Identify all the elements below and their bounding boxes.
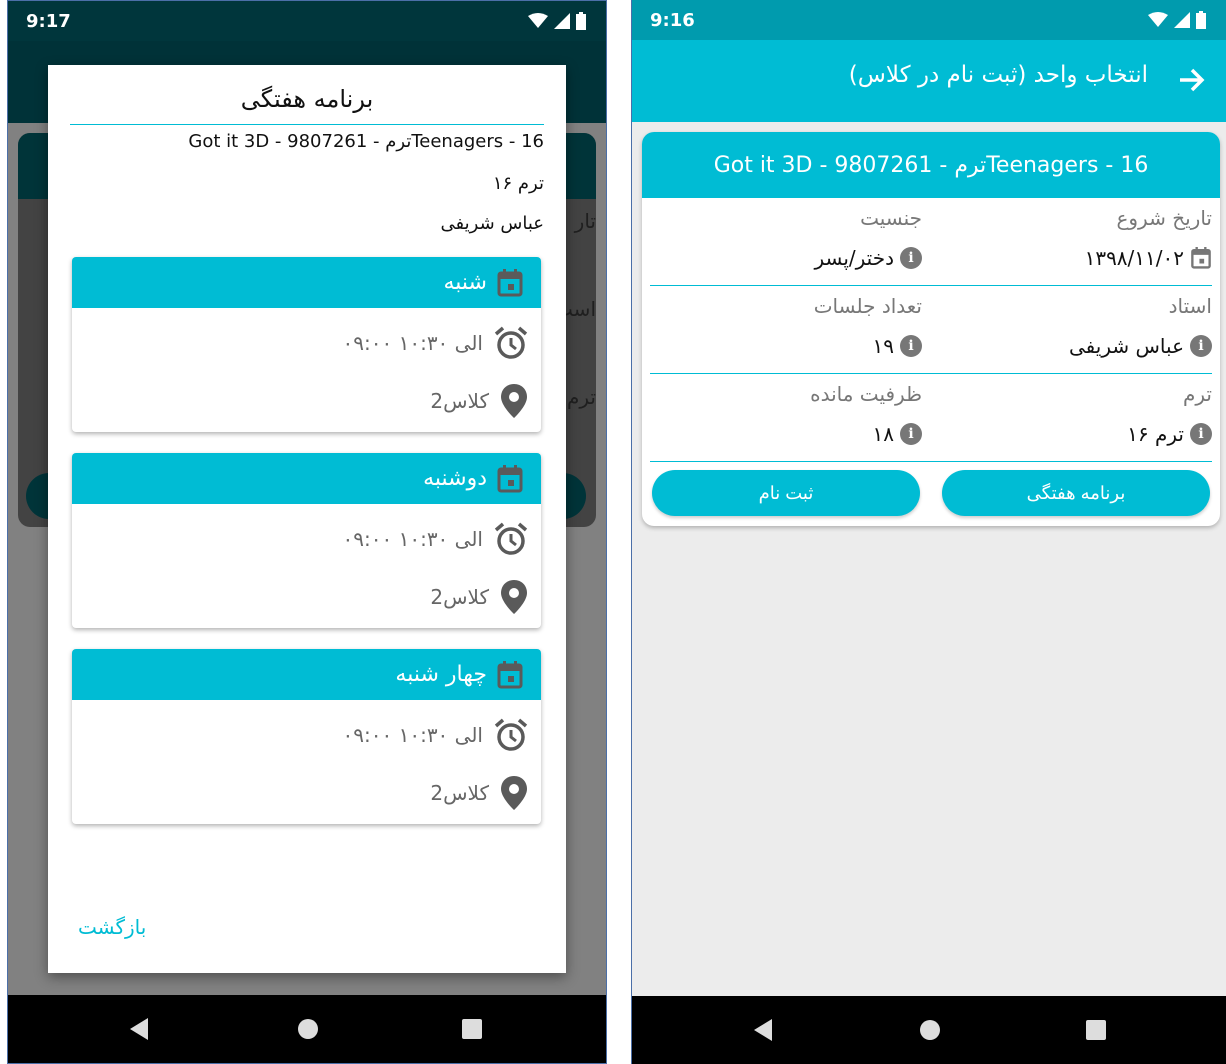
alarm-clock-icon	[494, 522, 528, 555]
battery-icon	[576, 12, 586, 30]
nav-home-icon[interactable]	[916, 1016, 944, 1044]
info-row: استاد i عباس شریفی تعداد جلسات i ۱۹	[650, 286, 1212, 374]
info-row: ترم i ترم ۱۶ ظرفیت مانده i ۱۸	[650, 374, 1212, 462]
day-name: دوشنبه	[423, 466, 487, 491]
location-pin-icon	[501, 384, 527, 418]
day-time-row: ۰۹:۰۰ الی ۱۰:۳۰	[343, 715, 529, 755]
nav-home-icon[interactable]	[294, 1015, 322, 1043]
location-pin-icon	[501, 776, 527, 810]
start-date-value: ۱۳۹۸/۱۱/۰۲	[1084, 246, 1184, 270]
battery-icon	[1196, 11, 1206, 29]
day-time-row: ۰۹:۰۰ الی ۱۰:۳۰	[343, 323, 529, 363]
day-location: کلاس2	[430, 389, 489, 413]
day-time: ۰۹:۰۰ الی ۱۰:۳۰	[342, 331, 483, 355]
status-time: 9:17	[26, 11, 71, 32]
day-card: چهار شنبه ۰۹:۰۰ الی ۱۰:۳۰ کلاس2	[72, 649, 541, 824]
wifi-icon	[1148, 12, 1168, 27]
day-card: دوشنبه ۰۹:۰۰ الی ۱۰:۳۰ کلاس2	[72, 453, 541, 628]
info-icon: i	[1190, 335, 1212, 357]
capacity-field: ظرفیت مانده i ۱۸	[642, 374, 922, 462]
dialog-course-name: Teenagers - 16ترم - Got it 3D - 9807261	[188, 131, 544, 152]
status-bar: 9:16	[632, 0, 1226, 40]
info-row: تاریخ شروع ۱۳۹۸/۱۱/۰۲ جنسیت i دختر/پسر	[650, 198, 1212, 286]
info-icon: i	[1190, 423, 1212, 445]
sessions-label: تعداد جلسات	[813, 294, 922, 318]
day-location-row: کلاس2	[430, 773, 529, 813]
teacher-field: استاد i عباس شریفی	[932, 286, 1212, 374]
day-time-row: ۰۹:۰۰ الی ۱۰:۳۰	[343, 519, 529, 559]
calendar-icon	[497, 464, 523, 492]
start-date-label: تاریخ شروع	[1116, 206, 1212, 230]
nav-recents-icon[interactable]	[458, 1015, 486, 1043]
nav-back-icon[interactable]	[750, 1016, 778, 1044]
gender-field: جنسیت i دختر/پسر	[642, 198, 922, 286]
status-bar: 9:17	[8, 1, 606, 41]
day-header: چهار شنبه	[72, 649, 541, 700]
gender-value: دختر/پسر	[814, 246, 894, 270]
signal-icon	[1174, 12, 1190, 28]
phone-course-details: 9:16 انتخاب واحد (ثبت نام در کلاس) Teena…	[631, 0, 1226, 1064]
alarm-clock-icon	[494, 718, 528, 751]
app-bar: انتخاب واحد (ثبت نام در کلاس)	[632, 40, 1226, 122]
nav-recents-icon[interactable]	[1082, 1016, 1110, 1044]
day-location-row: کلاس2	[430, 577, 529, 617]
day-name: شنبه	[443, 270, 487, 295]
sessions-value: ۱۹	[872, 334, 894, 358]
nav-back-icon[interactable]	[126, 1015, 154, 1043]
back-button[interactable]: بازگشت	[78, 915, 146, 939]
day-name: چهار شنبه	[395, 662, 487, 687]
day-card: شنبه ۰۹:۰۰ الی ۱۰:۳۰ کلاس2	[72, 257, 541, 432]
page-title: انتخاب واحد (ثبت نام در کلاس)	[848, 62, 1148, 88]
day-time: ۰۹:۰۰ الی ۱۰:۳۰	[342, 723, 483, 747]
dialog-title: برنامه هفتگی	[240, 85, 374, 113]
location-pin-icon	[501, 580, 527, 614]
course-card: Teenagers - 16ترم - Got it 3D - 9807261 …	[642, 132, 1220, 526]
system-nav-bar	[632, 996, 1226, 1064]
calendar-icon	[497, 660, 523, 688]
term-value: ترم ۱۶	[1127, 422, 1184, 446]
info-icon: i	[900, 423, 922, 445]
dialog-term: ترم ۱۶	[492, 173, 544, 194]
capacity-value: ۱۸	[872, 422, 894, 446]
info-icon: i	[900, 247, 922, 269]
back-arrow-icon[interactable]	[1176, 64, 1208, 96]
system-nav-bar	[8, 995, 606, 1063]
register-button[interactable]: ثبت نام	[652, 470, 920, 516]
day-location: کلاس2	[430, 585, 489, 609]
wifi-icon	[528, 13, 548, 28]
gender-label: جنسیت	[860, 206, 922, 230]
info-icon: i	[900, 335, 922, 357]
day-header: دوشنبه	[72, 453, 541, 504]
weekly-schedule-dialog: برنامه هفتگی Teenagers - 16ترم - Got it …	[48, 65, 566, 973]
status-time: 9:16	[650, 10, 695, 31]
teacher-value: عباس شریفی	[1069, 334, 1184, 358]
course-title: Teenagers - 16ترم - Got it 3D - 9807261	[642, 132, 1220, 198]
calendar-icon	[497, 268, 523, 296]
capacity-label: ظرفیت مانده	[810, 382, 922, 406]
term-field: ترم i ترم ۱۶	[932, 374, 1212, 462]
day-location: کلاس2	[430, 781, 489, 805]
sessions-field: تعداد جلسات i ۱۹	[642, 286, 922, 374]
calendar-icon	[1191, 247, 1211, 269]
start-date-field: تاریخ شروع ۱۳۹۸/۱۱/۰۲	[932, 198, 1212, 286]
alarm-clock-icon	[494, 326, 528, 359]
day-time: ۰۹:۰۰ الی ۱۰:۳۰	[342, 527, 483, 551]
day-header: شنبه	[72, 257, 541, 308]
teacher-label: استاد	[1168, 294, 1212, 318]
day-location-row: کلاس2	[430, 381, 529, 421]
phone-schedule-dialog: 9:17 تار است ترم برنامه هفتگی Teenagers …	[7, 0, 607, 1064]
weekly-schedule-button[interactable]: برنامه هفتگی	[942, 470, 1210, 516]
dialog-divider	[70, 124, 544, 125]
dialog-teacher: عباس شریفی	[440, 213, 544, 234]
term-label: ترم	[1183, 382, 1212, 406]
signal-icon	[554, 13, 570, 29]
